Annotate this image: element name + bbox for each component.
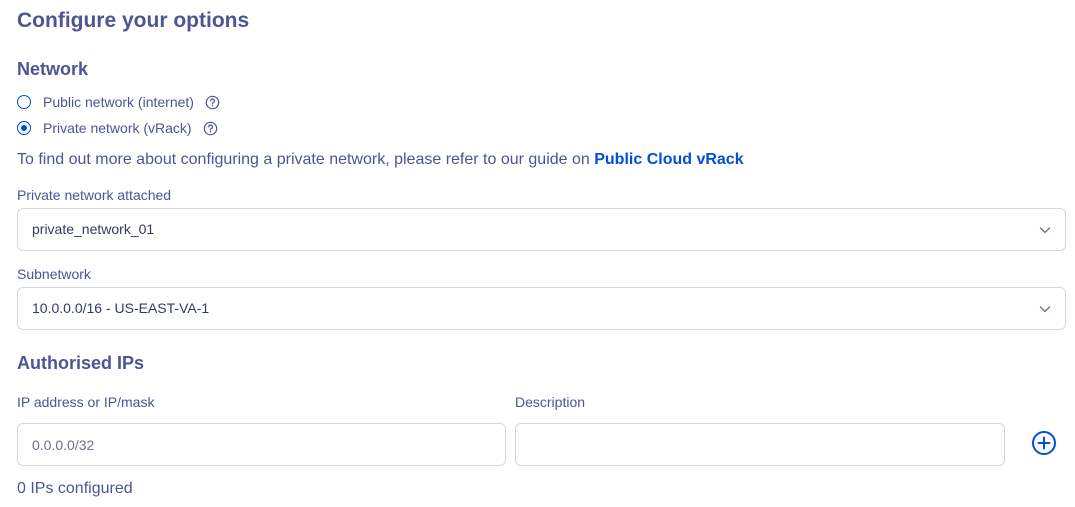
private-network-attached-label: Private network attached bbox=[17, 187, 172, 203]
authorised-ips-heading: Authorised IPs bbox=[17, 353, 145, 373]
radio-public-network-label[interactable]: Public network (internet) bbox=[43, 94, 194, 110]
page-title: Configure your options bbox=[17, 9, 250, 32]
radio-private-network-button[interactable] bbox=[17, 121, 31, 135]
question-circle-icon[interactable] bbox=[203, 121, 218, 136]
description-input[interactable] bbox=[515, 423, 1005, 466]
ips-configured-count: 0 IPs configured bbox=[17, 480, 133, 497]
subnetwork-label: Subnetwork bbox=[17, 266, 91, 282]
network-heading: Network bbox=[17, 59, 89, 79]
subnetwork-select[interactable]: 10.0.0.0/16 - US-EAST-VA-1 bbox=[17, 287, 1066, 330]
radio-private-network-label[interactable]: Private network (vRack) bbox=[43, 120, 192, 136]
subnetwork-select-value: 10.0.0.0/16 - US-EAST-VA-1 bbox=[32, 300, 210, 316]
description-label: Description bbox=[515, 394, 586, 410]
ip-address-label: IP address or IP/mask bbox=[17, 394, 155, 410]
chevron-down-icon bbox=[1039, 306, 1051, 313]
private-network-info: To find out more about configuring a pri… bbox=[17, 151, 744, 169]
chevron-down-icon bbox=[1039, 227, 1051, 234]
add-ip-button[interactable] bbox=[1031, 430, 1057, 456]
ip-address-input[interactable] bbox=[17, 423, 506, 466]
radio-public-network-button[interactable] bbox=[17, 95, 31, 109]
private-network-info-text: To find out more about configuring a pri… bbox=[17, 151, 595, 168]
radio-public-network[interactable]: Public network (internet) bbox=[17, 92, 220, 112]
private-network-select-value: private_network_01 bbox=[32, 221, 155, 237]
question-circle-icon[interactable] bbox=[205, 95, 220, 110]
private-network-select[interactable]: private_network_01 bbox=[17, 208, 1066, 251]
plus-circle-icon bbox=[1032, 431, 1056, 455]
radio-private-network[interactable]: Private network (vRack) bbox=[17, 118, 218, 138]
public-cloud-vrack-link[interactable]: Public Cloud vRack bbox=[594, 151, 743, 168]
